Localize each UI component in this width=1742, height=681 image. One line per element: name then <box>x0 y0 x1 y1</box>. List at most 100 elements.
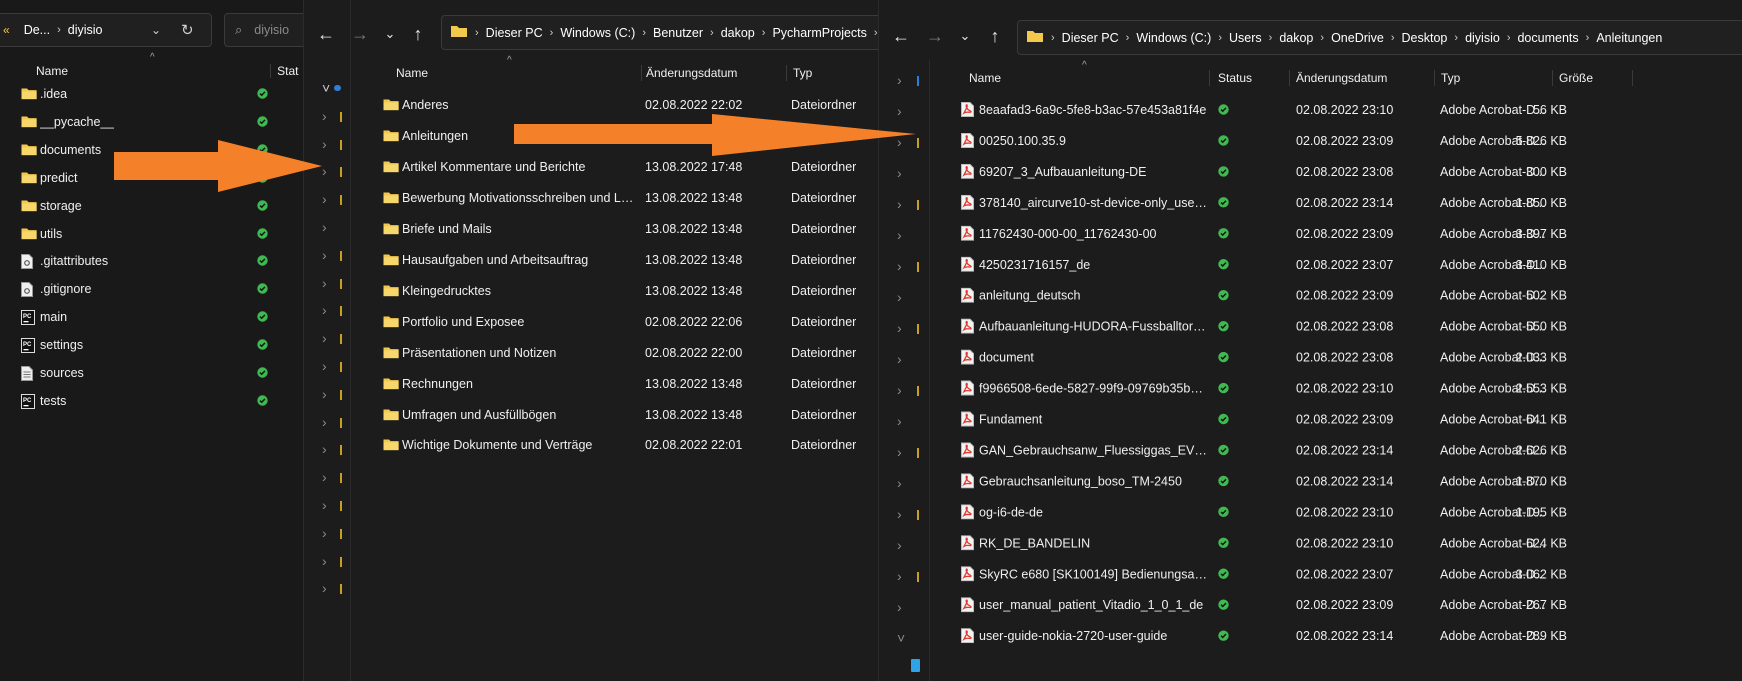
expand-chevron-icon[interactable]: › <box>322 497 327 513</box>
refresh-icon[interactable]: ↻ <box>181 21 194 39</box>
column-header-type[interactable]: Typ <box>1435 66 1553 90</box>
file-row[interactable]: document 02.08.2022 23:08 Adobe Acrobat-D.… <box>939 346 1719 370</box>
expand-chevron-icon[interactable]: › <box>322 441 327 457</box>
breadcrumb-segment[interactable]: dakop <box>721 26 755 40</box>
expand-chevron-icon[interactable]: › <box>897 444 902 460</box>
address-bar[interactable]: « De... › diyisio ⌄ ↻ <box>0 13 212 47</box>
expand-chevron-icon[interactable]: › <box>322 247 327 263</box>
breadcrumb-segment[interactable]: OneDrive <box>1331 31 1384 45</box>
address-bar[interactable]: › Dieser PC › Windows (C:) › Benutzer › … <box>441 15 884 50</box>
breadcrumb-segment[interactable]: Dieser PC <box>486 26 543 40</box>
list-item[interactable]: .gitignore <box>0 277 300 301</box>
expand-chevron-icon[interactable]: › <box>897 165 902 181</box>
list-item[interactable]: PC tests <box>0 389 300 413</box>
list-item[interactable]: PC settings <box>0 333 300 357</box>
folder-row[interactable]: Artikel Kommentare und Berichte 13.08.202… <box>361 155 881 179</box>
breadcrumb-segment[interactable]: diyisio <box>1465 31 1500 45</box>
folder-row[interactable]: Umfragen und Ausfüllbögen 13.08.2022 13:4… <box>361 403 881 427</box>
file-row[interactable]: GAN_Gebrauchsanw_Fluessiggas_EV1508... 02… <box>939 438 1719 462</box>
breadcrumb-segment[interactable]: diyisio <box>68 23 103 37</box>
list-item[interactable]: sources <box>0 361 300 385</box>
list-item[interactable]: utils <box>0 222 300 246</box>
file-row[interactable]: 4250231716157_de 02.08.2022 23:07 Adobe Ac… <box>939 253 1719 277</box>
expand-chevron-icon[interactable]: › <box>322 553 327 569</box>
expand-chevron-icon[interactable]: › <box>322 469 327 485</box>
column-header-name[interactable]: Name <box>939 66 1210 90</box>
file-row[interactable]: Gebrauchsanleitung_boso_TM-2450 02.08.202… <box>939 469 1719 493</box>
column-header-type[interactable]: Typ <box>787 61 884 85</box>
expand-chevron-icon[interactable]: › <box>322 414 327 430</box>
expand-chevron-icon[interactable]: › <box>322 219 327 235</box>
expand-chevron-icon[interactable]: ˅ <box>322 80 330 96</box>
column-header-name[interactable]: Name <box>0 60 272 82</box>
list-item[interactable]: __pycache__ <box>0 110 300 134</box>
column-header-date[interactable]: Änderungsdatum <box>642 61 787 85</box>
column-header-status[interactable]: Status <box>1210 66 1290 90</box>
breadcrumb-segment[interactable]: Windows (C:) <box>1136 31 1211 45</box>
forward-arrow-icon[interactable]: → <box>923 24 947 48</box>
file-row[interactable]: SkyRC e680 [SK100149] Bedienungsanleit..… <box>939 562 1719 586</box>
file-row[interactable]: 11762430-000-00_11762430-00 02.08.2022 23… <box>939 222 1719 246</box>
recent-dropdown-icon[interactable]: ⌄ <box>378 22 402 46</box>
file-row[interactable]: RK_DE_BANDELIN 02.08.2022 23:10 Adobe Acro… <box>939 531 1719 555</box>
expand-chevron-icon[interactable]: › <box>897 537 902 553</box>
recent-dropdown-icon[interactable]: ⌄ <box>953 24 977 48</box>
up-arrow-icon[interactable]: ↑ <box>406 22 430 46</box>
breadcrumb-segment[interactable]: PycharmProjects <box>772 26 866 40</box>
expand-chevron-icon[interactable]: › <box>322 386 327 402</box>
expand-chevron-icon[interactable]: › <box>322 302 327 318</box>
back-arrow-icon[interactable]: ← <box>314 22 338 46</box>
file-row[interactable]: 69207_3_Aufbauanleitung-DE 02.08.2022 23:… <box>939 160 1719 184</box>
list-item[interactable]: .gitattributes <box>0 249 300 273</box>
folder-row[interactable]: Präsentationen und Notizen 02.08.2022 22:… <box>361 341 881 365</box>
list-item[interactable]: PC main <box>0 305 300 329</box>
search-box[interactable]: ⌕ diyisio <box>224 13 310 47</box>
breadcrumb-segment[interactable]: Desktop <box>1402 31 1448 45</box>
expand-chevron-icon[interactable]: › <box>897 382 902 398</box>
breadcrumb-segment[interactable]: dakop <box>1279 31 1313 45</box>
folder-row[interactable]: Bewerbung Motivationsschreiben und Le...… <box>361 186 881 210</box>
breadcrumb-segment[interactable]: De... <box>24 23 50 37</box>
chevron-down-icon[interactable]: ⌄ <box>151 23 161 37</box>
forward-arrow-icon[interactable]: → <box>348 22 372 46</box>
back-arrow-icon[interactable]: ← <box>889 24 913 48</box>
up-arrow-icon[interactable]: ↑ <box>983 24 1007 48</box>
expand-chevron-icon[interactable]: › <box>322 108 327 124</box>
file-row[interactable]: 00250.100.35.9 02.08.2022 23:09 Adobe Acro… <box>939 129 1719 153</box>
file-row[interactable]: Aufbauanleitung-HUDORA-Fussballtor-T... 0… <box>939 315 1719 339</box>
list-item[interactable]: storage <box>0 194 300 218</box>
expand-chevron-icon[interactable]: › <box>897 72 902 88</box>
file-row[interactable]: user-guide-nokia-2720-user-guide 02.08.20… <box>939 624 1719 648</box>
folder-row[interactable]: Rechnungen 13.08.2022 13:48 Dateiordner <box>361 372 881 396</box>
breadcrumb-segment[interactable]: documents <box>1517 31 1578 45</box>
expand-chevron-icon[interactable]: ˅ <box>897 630 905 646</box>
file-row[interactable]: user_manual_patient_Vitadio_1_0_1_de 02.0… <box>939 593 1719 617</box>
file-row[interactable]: 378140_aircurve10-st-device-only_user-g.… <box>939 191 1719 215</box>
expand-chevron-icon[interactable]: › <box>322 525 327 541</box>
breadcrumb-segment[interactable]: Benutzer <box>653 26 703 40</box>
folder-row[interactable]: Portfolio und Exposee 02.08.2022 22:06 Dat… <box>361 310 881 334</box>
expand-chevron-icon[interactable]: › <box>897 475 902 491</box>
file-row[interactable]: f9966508-6ede-5827-99f9-09769b35b0c4 02.0… <box>939 377 1719 401</box>
breadcrumb-segment[interactable]: Users <box>1229 31 1262 45</box>
file-row[interactable]: 8eaafad3-6a9c-5fe8-b3ac-57e453a81f4e 02.0… <box>939 98 1719 122</box>
folder-row[interactable]: Wichtige Dokumente und Verträge 02.08.202… <box>361 433 881 457</box>
expand-chevron-icon[interactable]: › <box>897 258 902 274</box>
expand-chevron-icon[interactable]: › <box>897 227 902 243</box>
file-row[interactable]: Fundament 02.08.2022 23:09 Adobe Acrobat-D… <box>939 408 1719 432</box>
folder-row[interactable]: Kleingedrucktes 13.08.2022 13:48 Dateiordn… <box>361 279 881 303</box>
column-header-size[interactable]: Größe <box>1553 66 1633 90</box>
expand-chevron-icon[interactable]: › <box>897 506 902 522</box>
column-header-date[interactable]: Änderungsdatum <box>1290 66 1435 90</box>
expand-chevron-icon[interactable]: › <box>322 330 327 346</box>
expand-chevron-icon[interactable]: › <box>897 320 902 336</box>
expand-chevron-icon[interactable]: › <box>322 580 327 596</box>
expand-chevron-icon[interactable]: › <box>322 275 327 291</box>
expand-chevron-icon[interactable]: › <box>897 413 902 429</box>
folder-row[interactable]: Briefe und Mails 13.08.2022 13:48 Dateiord… <box>361 217 881 241</box>
folder-row[interactable]: Hausaufgaben und Arbeitsauftrag 13.08.202… <box>361 248 881 272</box>
breadcrumb-segment[interactable]: Anleitungen <box>1596 31 1662 45</box>
expand-chevron-icon[interactable]: › <box>322 358 327 374</box>
expand-chevron-icon[interactable]: › <box>897 289 902 305</box>
expand-chevron-icon[interactable]: › <box>897 196 902 212</box>
